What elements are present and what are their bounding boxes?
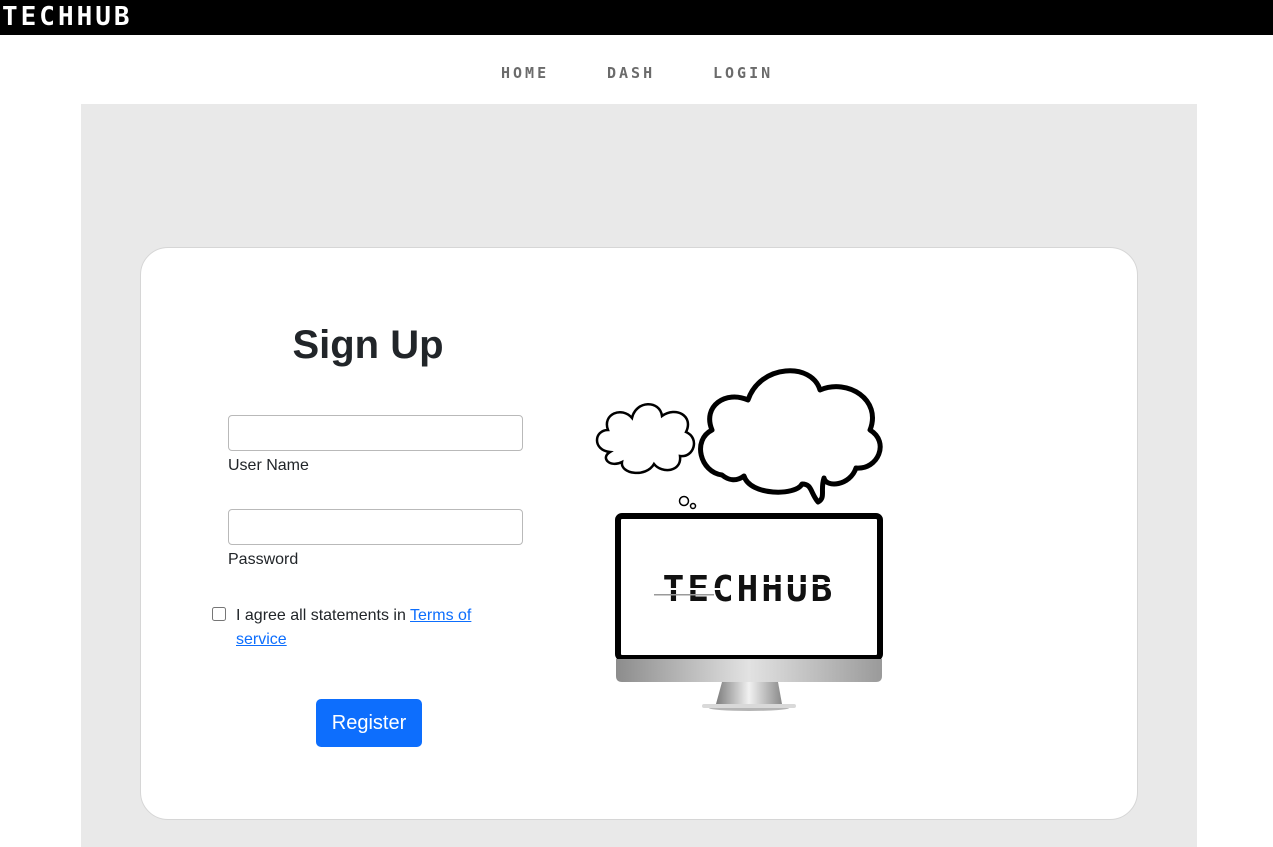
cloud-thought-bubble-small-icon [595,403,697,510]
glitch-line [760,582,840,584]
brand-logo[interactable]: TECHHUB [2,3,133,31]
cloud-speech-bubble-large-icon [698,368,883,505]
username-label: User Name [228,457,309,474]
username-input[interactable] [228,415,523,451]
top-bar: TECHHUB [0,0,1273,35]
terms-statement: I agree all statements in Terms of servi… [236,604,506,652]
password-label: Password [228,551,299,568]
page-title: Sign Up [292,323,444,367]
computer-monitor-icon [615,513,883,711]
glitch-line [654,594,714,596]
password-input[interactable] [228,509,523,545]
computer-illustration: TECHHUB [595,368,883,711]
nav-dash-link[interactable]: DASH [607,64,655,82]
nav-home-link[interactable]: HOME [501,64,549,82]
nav-login-link[interactable]: LOGIN [713,64,773,82]
terms-prefix: I agree all statements in [236,607,411,624]
terms-checkbox[interactable] [212,607,226,621]
glitch-line [644,588,734,590]
main-nav: HOME DASH LOGIN [0,64,1273,84]
register-button[interactable]: Register [316,699,422,747]
